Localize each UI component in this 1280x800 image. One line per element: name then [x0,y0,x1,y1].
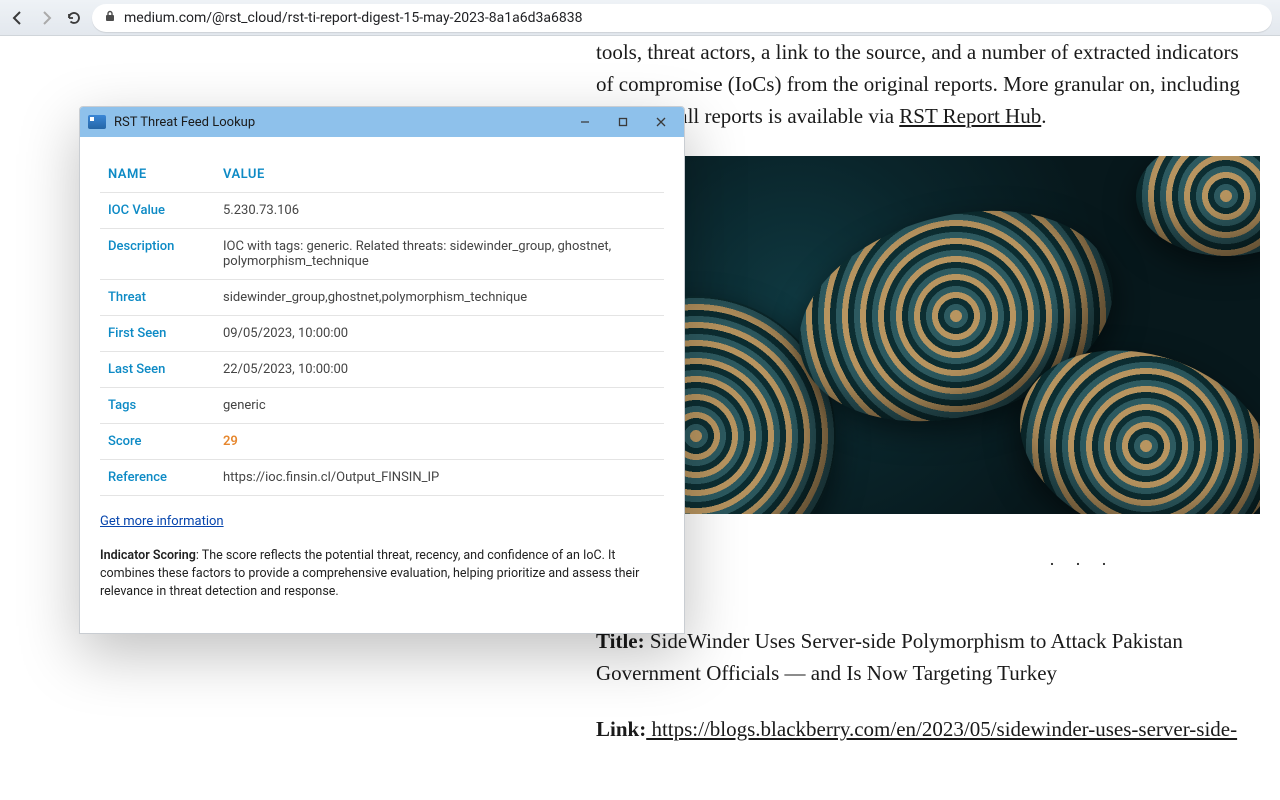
row-description: Description IOC with tags: generic. Rela… [100,229,664,280]
hero-image [596,156,1260,514]
threat-feed-popup: RST Threat Feed Lookup NAME VALUE IOC Va… [79,106,685,634]
row-first-seen: First Seen 09/05/2023, 10:00:00 [100,316,664,352]
val-threat: sidewinder_group,ghostnet,polymorphism_t… [215,280,664,316]
key-description: Description [100,229,215,280]
address-bar[interactable]: medium.com/@rst_cloud/rst-ti-report-dige… [92,4,1272,32]
key-last-seen: Last Seen [100,352,215,388]
col-value: VALUE [215,157,664,193]
reload-button[interactable] [64,8,84,28]
val-ioc-value: 5.230.73.106 [215,193,664,229]
popup-title: RST Threat Feed Lookup [114,115,562,130]
close-button[interactable] [646,111,676,133]
source-link[interactable]: https://blogs.blackberry.com/en/2023/05/… [646,717,1237,741]
back-button[interactable] [8,8,28,28]
val-description: IOC with tags: generic. Related threats:… [215,229,664,280]
row-threat: Threat sidewinder_group,ghostnet,polymor… [100,280,664,316]
val-score: 29 [215,424,664,460]
row-tags: Tags generic [100,388,664,424]
key-threat: Threat [100,280,215,316]
forward-button[interactable] [36,8,56,28]
row-ioc-value: IOC Value 5.230.73.106 [100,193,664,229]
row-reference: Reference https://ioc.finsin.cl/Output_F… [100,460,664,496]
val-last-seen: 22/05/2023, 10:00:00 [215,352,664,388]
article-link-line: Link: https://blogs.blackberry.com/en/20… [596,713,1260,745]
scoring-label: Indicator Scoring [100,548,196,563]
app-icon [88,115,106,129]
key-first-seen: First Seen [100,316,215,352]
key-tags: Tags [100,388,215,424]
ioc-table: NAME VALUE IOC Value 5.230.73.106 Descri… [100,157,664,496]
browser-toolbar: medium.com/@rst_cloud/rst-ti-report-dige… [0,0,1280,36]
minimize-button[interactable] [570,111,600,133]
intro-period: . [1041,104,1046,128]
score-value: 29 [223,434,238,449]
key-ioc-value: IOC Value [100,193,215,229]
val-first-seen: 09/05/2023, 10:00:00 [215,316,664,352]
popup-titlebar[interactable]: RST Threat Feed Lookup [80,107,684,137]
maximize-button[interactable] [608,111,638,133]
rst-report-hub-link[interactable]: RST Report Hub [899,104,1041,128]
get-more-link[interactable]: Get more information [100,514,224,529]
title-text: SideWinder Uses Server-side Polymorphism… [596,629,1183,685]
article-title-line: Title: SideWinder Uses Server-side Polym… [596,625,1260,689]
key-reference: Reference [100,460,215,496]
popup-body[interactable]: NAME VALUE IOC Value 5.230.73.106 Descri… [80,137,684,633]
section-divider: ··· [916,554,1260,575]
url-text: medium.com/@rst_cloud/rst-ti-report-dige… [124,10,582,26]
val-reference: https://ioc.finsin.cl/Output_FINSIN_IP [215,460,664,496]
key-score: Score [100,424,215,460]
row-last-seen: Last Seen 22/05/2023, 10:00:00 [100,352,664,388]
lock-icon [104,10,116,25]
link-label: Link: [596,717,646,741]
val-tags: generic [215,388,664,424]
row-score: Score 29 [100,424,664,460]
col-name: NAME [100,157,215,193]
indicator-scoring-note: Indicator Scoring: The score reflects th… [100,547,664,601]
article-intro: tools, threat actors, a link to the sour… [596,36,1260,132]
